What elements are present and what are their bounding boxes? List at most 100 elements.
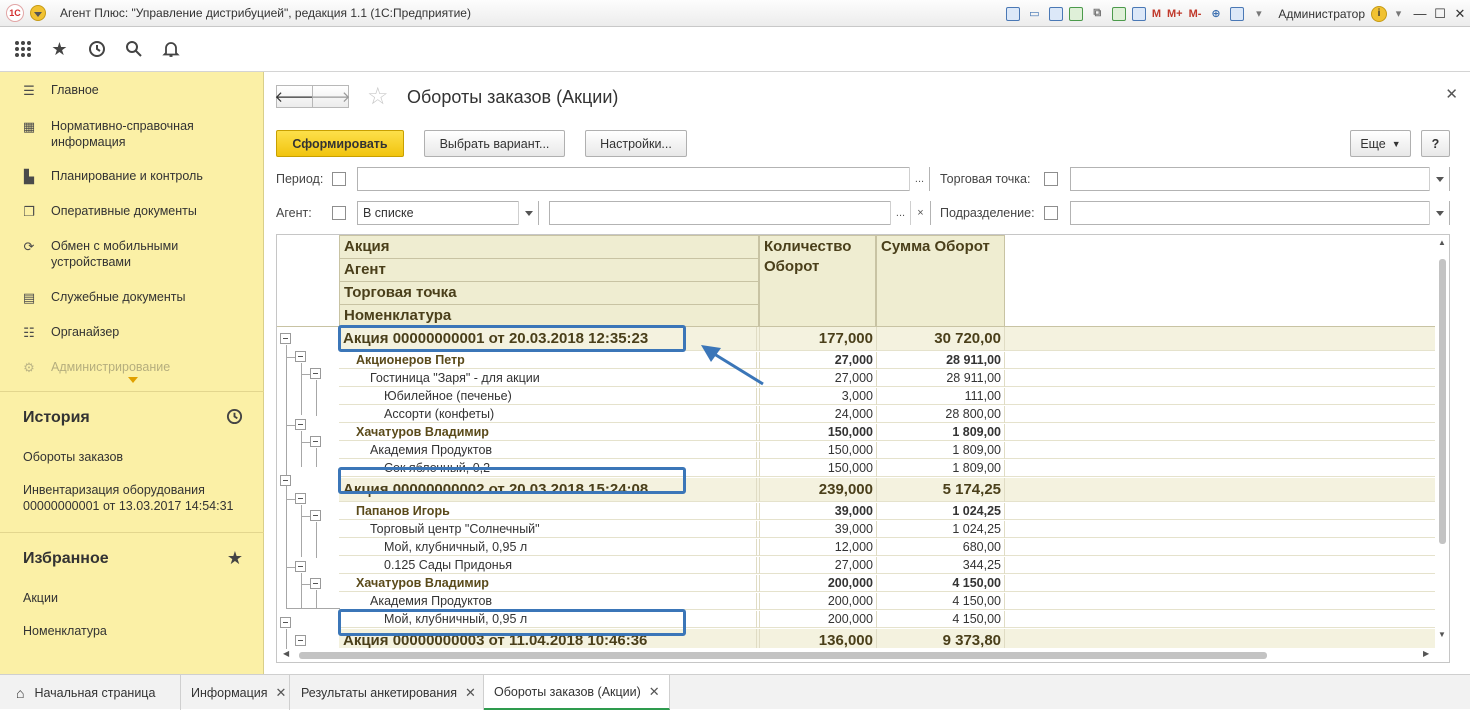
table-row[interactable]: Торговый центр "Солнечный" 39,000 1 024,25: [339, 521, 1437, 538]
sidebar-item-operational-docs[interactable]: ❐ Оперативные документы: [0, 203, 262, 220]
division-dropdown-icon[interactable]: [1429, 201, 1449, 225]
calculator-icon[interactable]: [1111, 6, 1126, 21]
generate-button[interactable]: Сформировать: [276, 130, 404, 157]
more-icon[interactable]: ▾: [1250, 6, 1267, 21]
tab-close-icon[interactable]: ✕: [276, 685, 287, 701]
maximize-button[interactable]: ☐: [1430, 6, 1450, 22]
sidebar-item-organizer[interactable]: ☷ Органайзер: [0, 324, 262, 341]
upload-icon[interactable]: [1068, 6, 1083, 21]
agent-mode-dropdown-icon[interactable]: [518, 201, 538, 225]
main-menu-button[interactable]: [30, 5, 46, 21]
sidebar-item-administration[interactable]: ⚙ Администрирование: [0, 359, 262, 376]
tab-close-icon[interactable]: ✕: [465, 685, 476, 701]
collapse-group-button[interactable]: [295, 419, 306, 430]
agent-select-button[interactable]: ...: [890, 201, 910, 225]
memory-mminus-icon[interactable]: M-: [1189, 6, 1202, 21]
save-icon[interactable]: [1005, 6, 1020, 21]
collapse-group-button[interactable]: [295, 351, 306, 362]
report-table[interactable]: Акция Агент Торговая точка Номенклатура …: [276, 234, 1450, 663]
memory-m-icon[interactable]: M: [1152, 6, 1161, 21]
history-icon[interactable]: [226, 408, 243, 430]
sidebar-item-main[interactable]: ☰ Главное: [0, 82, 262, 99]
panels-icon[interactable]: [1230, 6, 1245, 21]
info-dropdown-icon[interactable]: ▾: [1390, 6, 1407, 21]
table-row[interactable]: Мой, клубничный, 0,95 л 12,000 680,00: [339, 539, 1437, 556]
table-row[interactable]: Гостиница "Заря" - для акции 27,000 28 911…: [339, 370, 1437, 387]
attach-icon[interactable]: ⧉: [1089, 6, 1106, 21]
table-row[interactable]: 0.125 Сады Придонья 27,000 344,25: [339, 557, 1437, 574]
period-checkbox[interactable]: [332, 172, 346, 186]
point-input[interactable]: [1070, 167, 1450, 191]
favorites-star-icon[interactable]: ★: [227, 548, 243, 569]
form-close-icon[interactable]: ✕: [1445, 85, 1458, 103]
collapse-group-button[interactable]: [280, 333, 291, 344]
tab-information[interactable]: Информация ✕: [181, 675, 290, 710]
table-row[interactable]: Акционеров Петр 27,000 28 911,00: [339, 352, 1437, 369]
apps-grid-icon[interactable]: [4, 29, 41, 69]
search-icon[interactable]: [115, 29, 152, 69]
point-checkbox[interactable]: [1044, 172, 1058, 186]
favorite-item[interactable]: Акции: [23, 590, 58, 606]
print-icon[interactable]: ▭: [1026, 6, 1043, 21]
add-favorite-star-icon[interactable]: ☆: [367, 82, 389, 111]
collapse-group-button[interactable]: [310, 510, 321, 521]
favorite-item[interactable]: Номенклатура: [23, 623, 107, 639]
window-close-button[interactable]: ✕: [1450, 6, 1470, 22]
tab-order-turnover[interactable]: Обороты заказов (Акции) ✕: [484, 675, 670, 710]
horizontal-scroll-thumb[interactable]: [299, 652, 1267, 659]
favorites-star-icon[interactable]: ★: [41, 29, 78, 69]
preview-icon[interactable]: [1048, 6, 1063, 21]
choose-variant-button[interactable]: Выбрать вариант...: [424, 130, 565, 157]
period-input[interactable]: ...: [357, 167, 930, 191]
sidebar-item-mobile-exchange[interactable]: ⟳ Обмен с мобильными устройствами: [0, 238, 262, 270]
zoom-icon[interactable]: ⊕: [1207, 6, 1224, 21]
table-row[interactable]: Академия Продуктов 150,000 1 809,00: [339, 442, 1437, 459]
history-item[interactable]: Обороты заказов: [23, 449, 123, 465]
vertical-scroll-thumb[interactable]: [1439, 259, 1446, 544]
table-row[interactable]: Академия Продуктов 200,000 4 150,00: [339, 593, 1437, 610]
more-button[interactable]: Еще ▼: [1350, 130, 1411, 157]
division-input[interactable]: [1070, 201, 1450, 225]
sidebar-item-service-docs[interactable]: ▤ Служебные документы: [0, 289, 262, 306]
calendar-icon[interactable]: [1131, 6, 1146, 21]
period-select-button[interactable]: ...: [909, 167, 929, 191]
collapse-group-button[interactable]: [295, 493, 306, 504]
table-row[interactable]: Хачатуров Владимир 200,000 4 150,00: [339, 575, 1437, 592]
collapse-group-button[interactable]: [280, 475, 291, 486]
tab-home[interactable]: ⌂ Начальная страница: [0, 675, 181, 710]
notifications-bell-icon[interactable]: [152, 29, 189, 69]
table-row[interactable]: Хачатуров Владимир 150,000 1 809,00: [339, 424, 1437, 441]
info-icon[interactable]: i: [1371, 5, 1387, 22]
history-icon[interactable]: [78, 29, 115, 69]
back-button[interactable]: 🡐: [274, 85, 315, 108]
point-dropdown-icon[interactable]: [1429, 167, 1449, 191]
table-row[interactable]: Ассорти (конфеты) 24,000 28 800,00: [339, 406, 1437, 423]
help-button[interactable]: ?: [1421, 130, 1450, 157]
tab-close-icon[interactable]: ✕: [649, 684, 660, 700]
settings-button[interactable]: Настройки...: [585, 130, 687, 157]
sidebar-item-reference[interactable]: ▦ Нормативно-справочная информация: [0, 118, 262, 150]
agent-clear-button[interactable]: ×: [910, 201, 930, 225]
collapse-group-button[interactable]: [280, 617, 291, 628]
collapse-group-button[interactable]: [310, 436, 321, 447]
agent-checkbox[interactable]: [332, 206, 346, 220]
collapse-group-button[interactable]: [295, 561, 306, 572]
tab-survey-results[interactable]: Результаты анкетирования ✕: [290, 675, 484, 710]
forward-button[interactable]: 🡒: [310, 85, 351, 108]
agent-mode-select[interactable]: В списке: [357, 201, 539, 225]
collapse-group-button[interactable]: [295, 635, 306, 646]
collapse-group-button[interactable]: [310, 368, 321, 379]
agent-input[interactable]: ... ×: [549, 201, 931, 225]
table-row[interactable]: Папанов Игорь 39,000 1 024,25: [339, 503, 1437, 520]
horizontal-scrollbar[interactable]: ◀ ▶: [277, 648, 1437, 662]
user-name[interactable]: Администратор: [1278, 7, 1365, 21]
sidebar-scroll-down-icon[interactable]: [128, 377, 138, 383]
division-checkbox[interactable]: [1044, 206, 1058, 220]
table-row[interactable]: Юбилейное (печенье) 3,000 111,00: [339, 388, 1437, 405]
history-item[interactable]: Инвентаризация оборудования 00000000001 …: [23, 482, 243, 514]
minimize-button[interactable]: —: [1410, 6, 1430, 21]
collapse-group-button[interactable]: [310, 578, 321, 589]
sidebar-item-planning[interactable]: ▙ Планирование и контроль: [0, 168, 262, 185]
memory-mplus-icon[interactable]: M+: [1167, 6, 1183, 21]
vertical-scrollbar[interactable]: ▲ ▼: [1435, 235, 1449, 650]
